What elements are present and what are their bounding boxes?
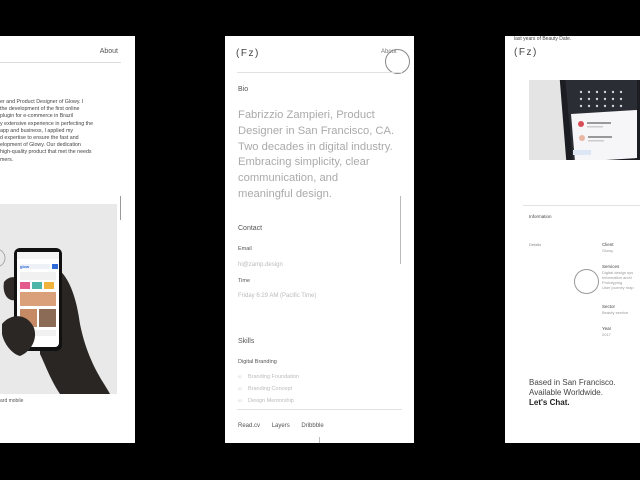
sector-label: Sector [602,304,616,309]
services-list: Digital design sys Information archi Pro… [602,270,634,290]
bio-line: y extensive experience in perfecting the [0,120,94,127]
bio-line: Fabrizzio Zampieri, Product [238,109,375,121]
bio-line: meaningful design. [238,187,332,200]
left-page-preview: About er and Product Designer of Glowy. … [0,36,135,443]
bio-label: Bio [238,86,249,93]
scrollbar[interactable] [400,196,401,264]
phone-mockup-illustration [559,80,640,160]
bio-line: mers. [0,156,14,163]
hand-phone-illustration [0,248,110,394]
sector-value: Beauty service [602,310,629,315]
bio-line: elopment of Glowy. Our dedication [0,142,81,149]
client-label: Client [602,242,614,247]
intro-text: last years of Beauty Date. [514,36,572,42]
skill-item: 03 Design Mentorship [238,398,294,404]
phone-brand: glow [20,264,30,269]
dribbble-link[interactable]: Dribbble [301,423,323,429]
bio-line: communication, and [238,172,339,185]
skill-name: Branding Concept [248,386,293,392]
bio-line: the development of the first online [0,106,80,113]
email-label: Email [238,246,252,252]
skills-group-title: Digital Branding [238,359,277,365]
site-logo[interactable]: (Fz) [514,47,538,58]
site-logo[interactable]: (Fz) [236,48,260,59]
skill-name: Branding Foundation [248,374,300,380]
bio-line: er and Product Designer of Glowy. I [0,99,84,105]
time-value: Friday 6:29 AM (Pacific Time) [238,293,317,299]
skill-number: 01 [238,375,242,379]
bio-line: Two decades in digital industry. [238,140,393,153]
information-label: Information [529,214,552,219]
bio-line: app and business, I applied my [0,127,74,134]
scroll-indicator [319,437,320,443]
cursor-ring-icon [385,49,410,74]
availability-text: Available Worldwide. [529,388,603,397]
readcv-link[interactable]: Read.cv [238,423,260,429]
bio-line: plugin for e-commerce in Brazil [0,113,74,120]
divider [237,72,402,73]
footer-availability: Based in San Francisco. Available Worldw… [529,378,616,408]
right-page-preview: last years of Beauty Date. (Fz) Informat… [505,36,640,443]
divider [237,409,402,410]
service-item: User journey map [602,285,634,290]
email-link[interactable]: hi@zamp.design [238,262,283,268]
about-link[interactable]: About [100,48,118,55]
bio-line: Embracing simplicity, clear [238,156,370,169]
lets-chat-link[interactable]: Let's Chat. [529,398,616,408]
image-caption: ard mobile [0,398,24,404]
cursor-ring-icon [574,269,599,294]
bio-statement: Fabrizzio Zampieri, Product Designer in … [238,108,408,203]
bio-text: er and Product Designer of Glowy. I the … [0,99,118,164]
year-value: 2017 [602,332,611,337]
layers-link[interactable]: Layers [272,423,290,429]
divider [0,62,121,63]
services-label: Services [602,264,620,269]
scrollbar[interactable] [120,196,121,220]
time-label: Time [238,278,251,284]
skill-number: 03 [238,399,242,403]
skill-name: Design Mentorship [248,398,294,404]
contact-label: Contact [238,225,263,232]
client-value: Glowy [602,248,614,253]
bio-line: d expertise to ensure the fast and [0,135,79,142]
skills-label: Skills [238,338,255,345]
hand-phone-image: glow [0,204,117,394]
year-label: Year [602,326,612,331]
bio-line: high-quality product that met the needs [0,149,92,156]
skill-number: 02 [238,387,242,391]
middle-page-preview: (Fz) About Bio Fabrizzio Zampieri, Produ… [225,36,414,443]
social-links: Read.cv Layers Dribbble [238,423,334,429]
skill-item: 01 Branding Foundation [238,374,299,380]
bio-line: Designer in San Francisco, CA. [238,124,395,137]
location-text: Based in San Francisco. [529,378,616,387]
skill-item: 02 Branding Concept [238,386,292,392]
divider [523,205,640,206]
details-label: Details [529,242,542,247]
app-screenshot-image [529,80,640,160]
